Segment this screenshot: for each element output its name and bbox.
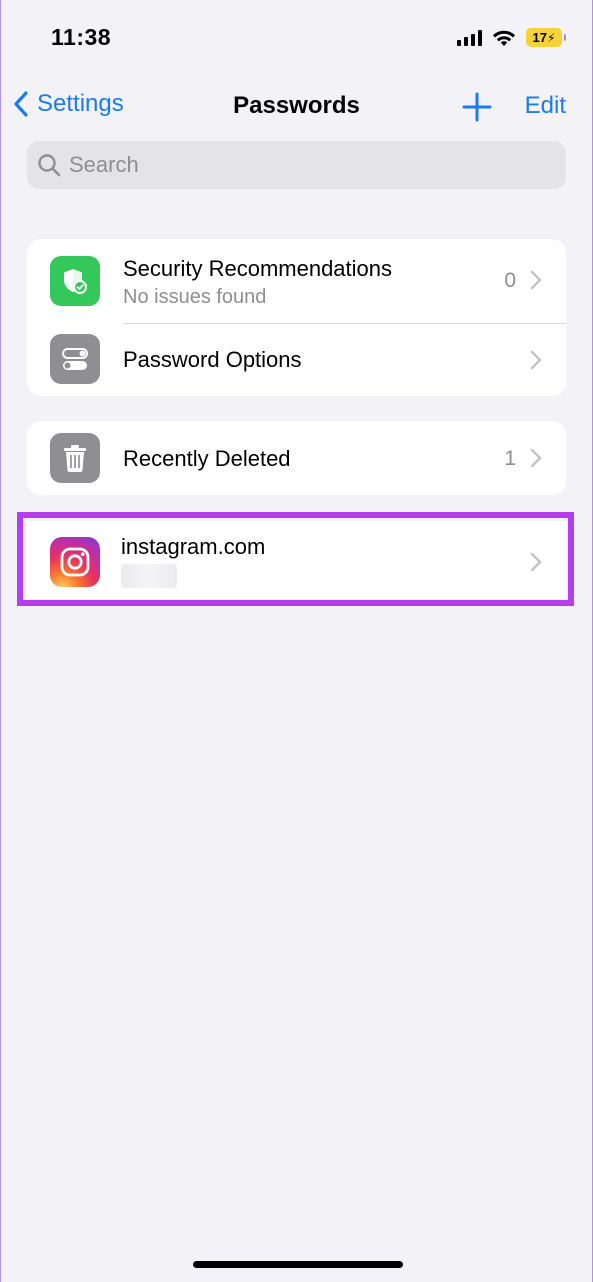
chevron-right-icon	[530, 448, 542, 468]
toggle-icon	[50, 334, 100, 384]
search-icon	[38, 154, 61, 177]
password-options-row[interactable]: Password Options	[27, 324, 566, 396]
plus-icon	[462, 92, 492, 122]
chevron-right-icon	[530, 350, 542, 370]
edit-button[interactable]: Edit	[525, 92, 566, 120]
home-indicator[interactable]	[193, 1261, 403, 1268]
password-options-title: Password Options	[123, 347, 302, 372]
battery-icon: 17 ⚡	[526, 28, 566, 47]
status-bar: 11:38 17 ⚡	[1, 0, 592, 78]
security-recommendations-text: Security Recommendations No issues found	[123, 256, 392, 309]
password-options-text: Password Options	[123, 347, 302, 373]
navigation-bar: Settings Passwords Edit	[1, 80, 592, 132]
shield-check-icon	[50, 256, 100, 306]
recently-deleted-count: 1	[504, 447, 516, 470]
add-password-button[interactable]	[462, 92, 492, 127]
security-recommendations-title: Security Recommendations	[123, 256, 393, 281]
recently-deleted-group: Recently Deleted 1	[27, 421, 566, 495]
security-issues-count: 0	[504, 269, 516, 292]
cellular-signal-icon	[457, 29, 482, 46]
security-recommendations-subtitle: No issues found	[123, 286, 267, 308]
battery-level: 17	[532, 30, 548, 45]
status-time: 11:38	[51, 24, 112, 50]
recently-deleted-text: Recently Deleted	[123, 446, 291, 472]
status-icons: 17 ⚡	[457, 28, 566, 47]
security-recommendations-row[interactable]: Security Recommendations No issues found…	[27, 239, 566, 323]
search-input[interactable]	[69, 152, 469, 178]
recently-deleted-row[interactable]: Recently Deleted 1	[27, 421, 566, 495]
chevron-right-icon	[530, 270, 542, 290]
security-options-group: Security Recommendations No issues found…	[27, 239, 566, 396]
page-title: Passwords	[233, 92, 360, 119]
wifi-icon	[493, 30, 515, 46]
trash-icon	[50, 433, 100, 483]
recently-deleted-title: Recently Deleted	[123, 446, 291, 471]
search-bar[interactable]	[27, 141, 566, 189]
highlight-frame	[17, 512, 574, 606]
